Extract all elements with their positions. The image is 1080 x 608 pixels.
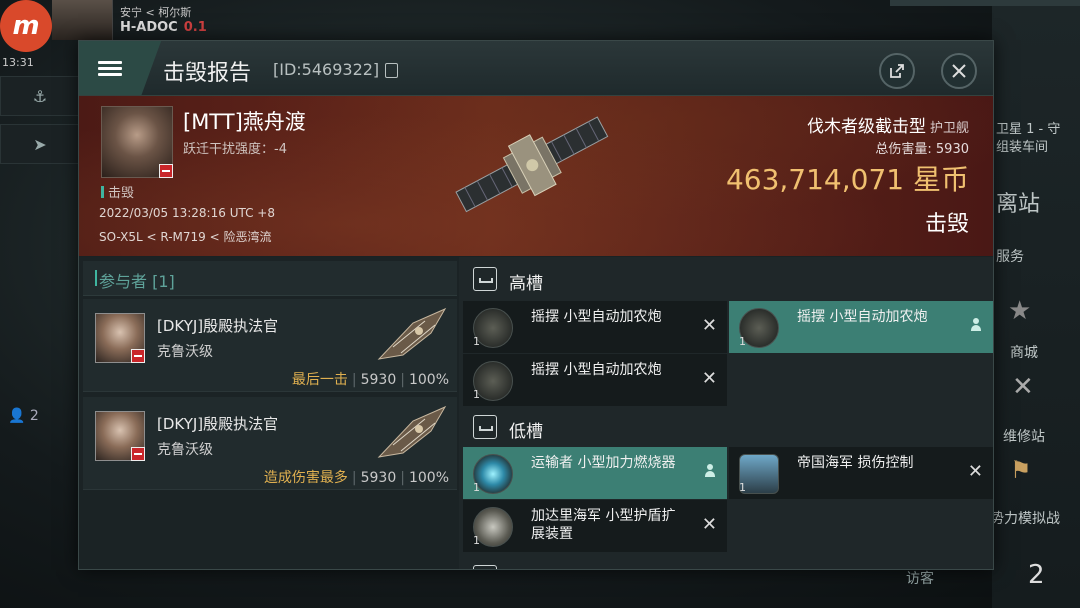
ship-class: 护卫舰 <box>929 121 969 136</box>
participant-ship: 克鲁沃级 <box>157 442 213 458</box>
undock-button[interactable]: 离站 <box>996 186 1040 218</box>
copy-icon[interactable] <box>385 63 398 78</box>
hostile-badge <box>159 164 173 178</box>
hamburger-icon <box>98 58 122 79</box>
dropped-person-icon <box>971 318 981 332</box>
low-slot-icon <box>473 415 497 439</box>
participant-percent: 100% <box>408 470 449 486</box>
isk-value: 463,714,071 星币 <box>725 163 969 196</box>
navigate-button[interactable]: ➤ <box>0 124 80 164</box>
market-button[interactable]: 商城 <box>1010 342 1038 362</box>
participant-card[interactable]: [DKYJ]殷殿执法官 克鲁沃级 最后一击 | 5930 | 100% <box>83 299 457 392</box>
fitting-panel: 高槽 1 摇摆 小型自动加农炮 ✕ 1 摇摆 小型自动加农炮 1 摇摆 小型自动… <box>459 257 993 569</box>
faction-warfare-button[interactable]: 势力模拟战 <box>990 508 1060 528</box>
participant-percent: 100% <box>408 372 449 388</box>
location-breadcrumb: 安宁 < 柯尔斯 <box>120 6 192 19</box>
station-name-line2: 组装车间 <box>996 140 1049 155</box>
kill-result: 击毁 <box>924 212 969 237</box>
victim-name[interactable]: [MTT]燕舟渡 <box>183 106 306 136</box>
module-slot[interactable]: 1 加达里海军 小型护盾扩展装置 ✕ <box>463 500 727 552</box>
module-name: 运输者 小型加力燃烧器 <box>531 455 676 471</box>
security-status: 0.1 <box>183 20 207 35</box>
share-icon <box>890 64 904 78</box>
module-name: 帝国海军 损伤控制 <box>797 455 914 471</box>
participant-stats: 造成伤害最多 | 5930 | 100% <box>263 470 449 486</box>
kill-report-window: 击毁报告 [ID:5469322] [MTT]燕舟渡 跃迁干扰强度：-4 击毁 … <box>78 40 994 570</box>
services-label: 服务 <box>996 249 1024 265</box>
victim-ship-name[interactable]: 伐木者级截击型 护卫舰 <box>807 112 969 137</box>
left-count: 👤 2 <box>8 408 39 424</box>
module-slot[interactable]: 1 摇摆 小型自动加农炮 <box>729 301 993 353</box>
hostile-badge <box>131 447 145 461</box>
participant-stats: 最后一击 | 5930 | 100% <box>291 372 449 388</box>
top-damage-tag: 造成伤害最多 <box>263 470 348 486</box>
dropped-person-icon <box>705 464 715 478</box>
participant-ship-image <box>377 405 447 458</box>
top-right-bar <box>890 0 1080 6</box>
participant-damage: 5930 <box>360 470 397 486</box>
close-icon <box>952 64 966 78</box>
total-damage: 总伤害量: 5930 <box>875 142 969 157</box>
module-name: 摇摆 小型自动加农炮 <box>531 362 662 378</box>
share-button[interactable] <box>879 53 915 89</box>
repair-shop-button[interactable]: 维修站 <box>1003 426 1045 446</box>
window-header: 击毁报告 [ID:5469322] <box>79 41 993 96</box>
hostile-badge <box>131 349 145 363</box>
participant-name: [DKYJ]殷殿执法官 <box>157 415 279 433</box>
participant-damage: 5930 <box>360 372 397 388</box>
anchor-button[interactable]: ⚓ <box>0 76 80 116</box>
module-name: 摇摆 小型自动加农炮 <box>531 309 662 325</box>
pilot-portrait[interactable] <box>52 0 113 40</box>
kill-time: 2022/03/05 13:28:16 UTC +8 <box>99 206 275 220</box>
module-slot[interactable]: 1 摇摆 小型自动加农炮 ✕ <box>463 301 727 353</box>
close-button[interactable] <box>941 53 977 89</box>
participant-ship: 克鲁沃级 <box>157 344 213 360</box>
module-slot[interactable]: 1 帝国海军 损伤控制 ✕ <box>729 447 993 499</box>
menu-button[interactable] <box>79 41 141 95</box>
visitor-label: 访客 <box>906 571 934 587</box>
victim-status: 击毁 <box>101 182 134 201</box>
system-name: H-ADOC 0.1 <box>120 20 207 35</box>
window-title: 击毁报告 <box>163 61 252 86</box>
visitor-count: 2 <box>1028 560 1045 590</box>
mid-slot-icon <box>473 565 497 569</box>
report-id: [ID:5469322] <box>273 60 380 79</box>
mid-slot-header: 中槽 <box>459 557 993 569</box>
module-slot[interactable]: 1 摇摆 小型自动加农炮 ✕ <box>463 354 727 406</box>
high-slot-header: 高槽 <box>459 259 993 299</box>
participant-name: [DKYJ]殷殿执法官 <box>157 317 279 335</box>
low-slot-header: 低槽 <box>459 407 993 447</box>
flag-icon: ⚑ <box>1010 456 1032 484</box>
participants-panel: 参与者 [1] [DKYJ]殷殿执法官 克鲁沃级 最后一击 | 5930 | 100% … <box>79 257 459 569</box>
victim-banner: [MTT]燕舟渡 跃迁干扰强度：-4 击毁 2022/03/05 13:28:1… <box>79 96 993 256</box>
participant-card[interactable]: [DKYJ]殷殿执法官 克鲁沃级 造成伤害最多 | 5930 | 100% <box>83 397 457 490</box>
star-icon: ★ <box>1008 296 1032 326</box>
warp-disrupt-strength: 跃迁干扰强度：-4 <box>183 142 287 157</box>
destroyed-x-icon: ✕ <box>701 368 717 389</box>
station-name-line1: 卫星 1 - 守 <box>996 122 1061 137</box>
participant-ship-image <box>377 307 447 360</box>
module-name: 摇摆 小型自动加农炮 <box>797 309 928 325</box>
game-clock: 13:31 <box>2 56 34 69</box>
participants-header: 参与者 [1] <box>83 261 457 296</box>
module-name: 加达里海军 小型护盾扩展装置 <box>531 508 676 542</box>
destroyed-x-icon: ✕ <box>701 315 717 336</box>
final-blow-tag: 最后一击 <box>291 372 348 388</box>
repair-icon: ✕ <box>1012 372 1034 402</box>
victim-ship-image[interactable] <box>447 114 627 234</box>
app-logo[interactable]: m <box>0 0 52 52</box>
high-slot-icon <box>473 267 497 291</box>
destroyed-x-icon: ✕ <box>701 514 717 535</box>
module-slot[interactable]: 1 运输者 小型加力燃烧器 <box>463 447 727 499</box>
kill-location[interactable]: SO-X5L < R-M719 < 险恶湾流 <box>99 228 271 245</box>
destroyed-x-icon: ✕ <box>967 461 983 482</box>
